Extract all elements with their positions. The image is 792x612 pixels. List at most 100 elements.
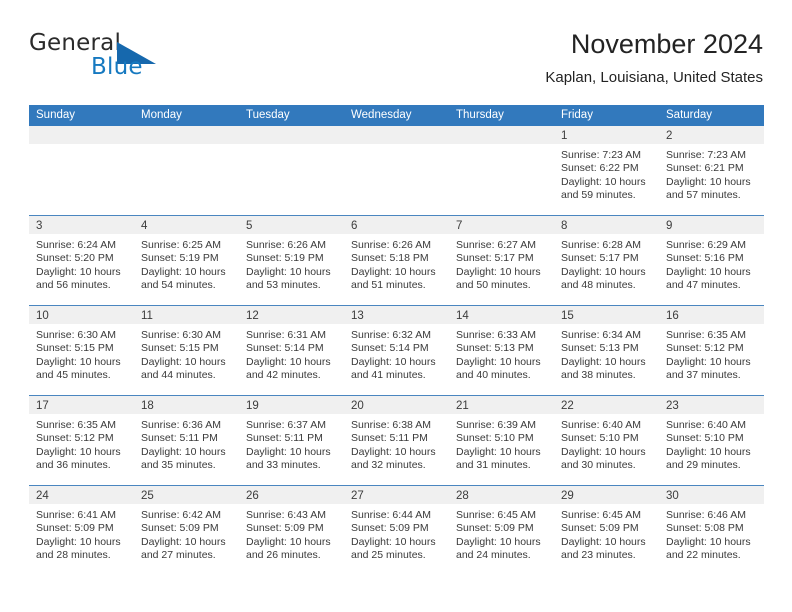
day-number: 23 — [666, 400, 679, 412]
sunset-text: Sunset: 5:16 PM — [666, 252, 744, 265]
calendar-day-cell[interactable]: 21 Sunrise: 6:39 AM Sunset: 5:10 PM Dayligh… — [449, 396, 554, 485]
calendar-day-cell[interactable]: 14 Sunrise: 6:33 AM Sunset: 5:13 PM Dayligh… — [449, 306, 554, 395]
calendar-day-cell[interactable]: 26 Sunrise: 6:43 AM Sunset: 5:09 PM Dayligh… — [239, 486, 344, 575]
weekday-header-saturday: Saturday — [666, 109, 713, 121]
calendar-day-cell[interactable]: 15 Sunrise: 6:34 AM Sunset: 5:13 PM Dayligh… — [554, 306, 659, 395]
daylight-text: Daylight: 10 hours and 36 minutes. — [36, 445, 121, 472]
sunrise-text: Sunrise: 6:31 AM — [246, 329, 326, 341]
sunrise-text: Sunrise: 6:25 AM — [141, 239, 221, 251]
calendar-day-cell[interactable]: 1 Sunrise: 7:23 AM Sunset: 6:22 PM Daylight… — [554, 126, 659, 215]
title-block: November 2024 Kaplan, Louisiana, United … — [545, 28, 763, 87]
day-number: 27 — [351, 490, 364, 502]
sunrise-text: Sunrise: 6:42 AM — [141, 509, 221, 521]
sunset-text: Sunset: 5:09 PM — [36, 522, 114, 535]
calendar-day-cell[interactable]: 23 Sunrise: 6:40 AM Sunset: 5:10 PM Dayligh… — [659, 396, 764, 485]
calendar-day-cell[interactable]: 5 Sunrise: 6:26 AM Sunset: 5:19 PM Daylight… — [239, 216, 344, 305]
weekday-header-monday: Monday — [141, 109, 182, 121]
sunset-text: Sunset: 5:09 PM — [246, 522, 324, 535]
sunset-text: Sunset: 5:17 PM — [561, 252, 639, 265]
daylight-text: Daylight: 10 hours and 25 minutes. — [351, 535, 436, 562]
sunset-text: Sunset: 5:17 PM — [456, 252, 534, 265]
sunrise-text: Sunrise: 7:23 AM — [561, 149, 641, 161]
daylight-text: Daylight: 10 hours and 37 minutes. — [666, 355, 751, 382]
calendar-day-cell[interactable]: 10 Sunrise: 6:30 AM Sunset: 5:15 PM Dayligh… — [29, 306, 134, 395]
day-details: Sunrise: 6:24 AM Sunset: 5:20 PM Daylight:… — [29, 234, 134, 293]
daylight-text: Daylight: 10 hours and 29 minutes. — [666, 445, 751, 472]
weekday-header-row: Sunday Monday Tuesday Wednesday Thursday Frid… — [29, 105, 764, 126]
day-number-band: 18 — [134, 396, 239, 414]
calendar-day-cell[interactable]: 27 Sunrise: 6:44 AM Sunset: 5:09 PM Dayligh… — [344, 486, 449, 575]
calendar-day-cell[interactable]: 29 Sunrise: 6:45 AM Sunset: 5:09 PM Dayligh… — [554, 486, 659, 575]
day-number-band: 8 — [554, 216, 659, 234]
day-number: 6 — [351, 220, 358, 232]
sunset-text: Sunset: 5:12 PM — [36, 432, 114, 445]
day-number: 25 — [141, 490, 154, 502]
calendar-day-cell[interactable]: 12 Sunrise: 6:31 AM Sunset: 5:14 PM Dayligh… — [239, 306, 344, 395]
day-number: 4 — [141, 220, 148, 232]
sunset-text: Sunset: 6:22 PM — [561, 162, 639, 175]
calendar-day-cell[interactable]: 19 Sunrise: 6:37 AM Sunset: 5:11 PM Dayligh… — [239, 396, 344, 485]
day-number: 3 — [36, 220, 43, 232]
sunset-text: Sunset: 5:14 PM — [351, 342, 429, 355]
daylight-text: Daylight: 10 hours and 23 minutes. — [561, 535, 646, 562]
sunrise-text: Sunrise: 6:33 AM — [456, 329, 536, 341]
day-number-band — [29, 126, 134, 144]
day-number: 7 — [456, 220, 463, 232]
sunrise-text: Sunrise: 6:45 AM — [456, 509, 536, 521]
daylight-text: Daylight: 10 hours and 50 minutes. — [456, 265, 541, 292]
daylight-text: Daylight: 10 hours and 48 minutes. — [561, 265, 646, 292]
day-number: 14 — [456, 310, 469, 322]
calendar-day-cell[interactable]: 9 Sunrise: 6:29 AM Sunset: 5:16 PM Daylight… — [659, 216, 764, 305]
calendar-day-cell[interactable]: 3 Sunrise: 6:24 AM Sunset: 5:20 PM Daylight… — [29, 216, 134, 305]
daylight-text: Daylight: 10 hours and 51 minutes. — [351, 265, 436, 292]
day-details: Sunrise: 6:30 AM Sunset: 5:15 PM Daylight:… — [29, 324, 134, 383]
day-number: 29 — [561, 490, 574, 502]
calendar-day-cell[interactable]: 7 Sunrise: 6:27 AM Sunset: 5:17 PM Daylight… — [449, 216, 554, 305]
calendar-day-cell[interactable]: 28 Sunrise: 6:45 AM Sunset: 5:09 PM Dayligh… — [449, 486, 554, 575]
calendar-day-cell[interactable]: 18 Sunrise: 6:36 AM Sunset: 5:11 PM Dayligh… — [134, 396, 239, 485]
calendar-day-cell[interactable]: 6 Sunrise: 6:26 AM Sunset: 5:18 PM Daylight… — [344, 216, 449, 305]
daylight-text: Daylight: 10 hours and 22 minutes. — [666, 535, 751, 562]
sunrise-text: Sunrise: 7:23 AM — [666, 149, 746, 161]
daylight-text: Daylight: 10 hours and 47 minutes. — [666, 265, 751, 292]
day-number: 5 — [246, 220, 253, 232]
day-number: 8 — [561, 220, 568, 232]
calendar-day-cell[interactable]: 13 Sunrise: 6:32 AM Sunset: 5:14 PM Dayligh… — [344, 306, 449, 395]
calendar-day-cell[interactable]: 2 Sunrise: 7:23 AM Sunset: 6:21 PM Daylight… — [659, 126, 764, 215]
calendar-day-cell-empty — [239, 126, 344, 215]
calendar-day-cell[interactable]: 4 Sunrise: 6:25 AM Sunset: 5:19 PM Daylight… — [134, 216, 239, 305]
sunset-text: Sunset: 6:21 PM — [666, 162, 744, 175]
calendar-day-cell[interactable]: 24 Sunrise: 6:41 AM Sunset: 5:09 PM Dayligh… — [29, 486, 134, 575]
page-title: November 2024 — [570, 29, 763, 59]
daylight-text: Daylight: 10 hours and 27 minutes. — [141, 535, 226, 562]
calendar-day-cell[interactable]: 22 Sunrise: 6:40 AM Sunset: 5:10 PM Dayligh… — [554, 396, 659, 485]
calendar-day-cell[interactable]: 25 Sunrise: 6:42 AM Sunset: 5:09 PM Dayligh… — [134, 486, 239, 575]
day-details: Sunrise: 6:33 AM Sunset: 5:13 PM Daylight:… — [449, 324, 554, 383]
daylight-text: Daylight: 10 hours and 31 minutes. — [456, 445, 541, 472]
calendar-day-cell[interactable]: 8 Sunrise: 6:28 AM Sunset: 5:17 PM Daylight… — [554, 216, 659, 305]
daylight-text: Daylight: 10 hours and 38 minutes. — [561, 355, 646, 382]
sunset-text: Sunset: 5:13 PM — [456, 342, 534, 355]
day-number: 13 — [351, 310, 364, 322]
weekday-header-wednesday: Wednesday — [351, 109, 412, 121]
day-number: 1 — [561, 130, 568, 142]
general-blue-logo[interactable]: General Blue — [29, 30, 219, 86]
sunrise-text: Sunrise: 6:26 AM — [246, 239, 326, 251]
calendar-day-cell[interactable]: 11 Sunrise: 6:30 AM Sunset: 5:15 PM Dayligh… — [134, 306, 239, 395]
calendar-day-cell[interactable]: 17 Sunrise: 6:35 AM Sunset: 5:12 PM Dayligh… — [29, 396, 134, 485]
calendar-day-cell[interactable]: 16 Sunrise: 6:35 AM Sunset: 5:12 PM Dayligh… — [659, 306, 764, 395]
calendar-day-cell[interactable]: 20 Sunrise: 6:38 AM Sunset: 5:11 PM Dayligh… — [344, 396, 449, 485]
day-number-band: 10 — [29, 306, 134, 324]
day-number-band: 1 — [554, 126, 659, 144]
calendar-week-row: 10 Sunrise: 6:30 AM Sunset: 5:15 PM Dayligh… — [29, 305, 764, 395]
sunset-text: Sunset: 5:14 PM — [246, 342, 324, 355]
sunrise-text: Sunrise: 6:34 AM — [561, 329, 641, 341]
daylight-text: Daylight: 10 hours and 30 minutes. — [561, 445, 646, 472]
sunrise-text: Sunrise: 6:32 AM — [351, 329, 431, 341]
daylight-text: Daylight: 10 hours and 44 minutes. — [141, 355, 226, 382]
day-number: 10 — [36, 310, 49, 322]
day-details: Sunrise: 6:28 AM Sunset: 5:17 PM Daylight:… — [554, 234, 659, 293]
daylight-text: Daylight: 10 hours and 45 minutes. — [36, 355, 121, 382]
day-number: 18 — [141, 400, 154, 412]
calendar-day-cell[interactable]: 30 Sunrise: 6:46 AM Sunset: 5:08 PM Dayligh… — [659, 486, 764, 575]
